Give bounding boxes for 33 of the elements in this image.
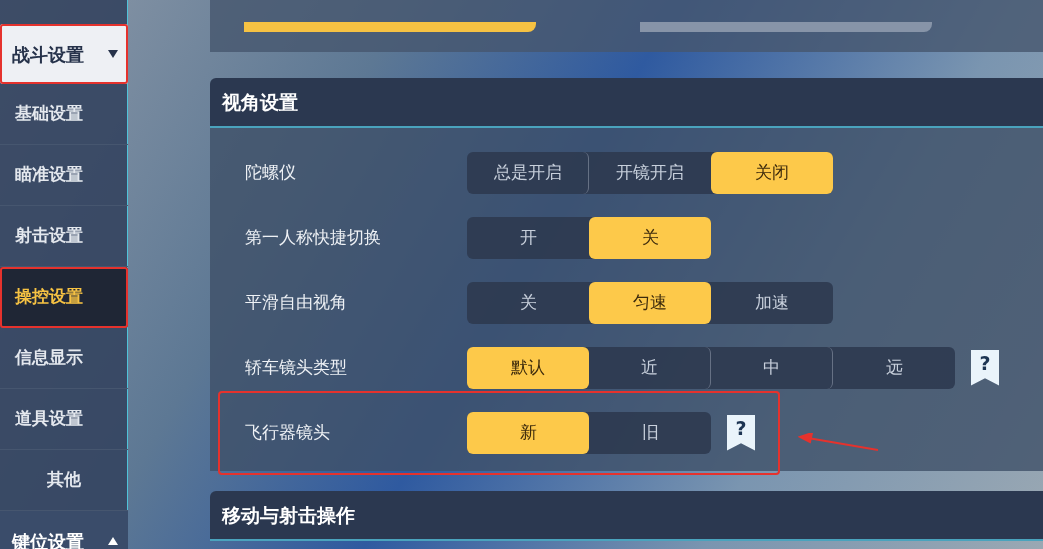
option-segment[interactable]: 关 (467, 281, 589, 324)
caret-icon (108, 537, 118, 545)
setting-label: 飞行器镜头 (245, 420, 331, 444)
option-segment[interactable]: 开 (467, 216, 589, 259)
option-segment[interactable]: 总是开启 (467, 151, 589, 194)
section-title: 移动与射击操作 (222, 502, 355, 528)
cut-off-bar[interactable] (244, 22, 536, 32)
section-title: 视角设置 (222, 89, 298, 115)
option-segment[interactable]: 新 (467, 411, 589, 454)
option-segment[interactable]: 开镜开启 (589, 151, 711, 194)
sidebar-item[interactable]: 基础设置 (0, 84, 128, 145)
option-segment[interactable]: 旧 (589, 411, 711, 454)
sidebar-item[interactable]: 操控设置 (0, 267, 128, 328)
caret-icon (108, 50, 118, 58)
setting-label: 平滑自由视角 (245, 290, 348, 314)
option-segment[interactable]: 默认 (467, 346, 589, 389)
option-segment[interactable]: 远 (833, 346, 955, 389)
sidebar-group-header[interactable]: 战斗设置 (0, 24, 128, 84)
option-segment[interactable]: 匀速 (589, 281, 711, 324)
option-segment[interactable]: 近 (589, 346, 711, 389)
option-segment[interactable]: 加速 (711, 281, 833, 324)
help-button[interactable]: ? (971, 349, 999, 386)
setting-label: 第一人称快捷切换 (245, 225, 382, 249)
help-button[interactable]: ? (727, 414, 755, 451)
sidebar-item[interactable]: 道具设置 (0, 389, 128, 450)
sidebar-item[interactable]: 信息显示 (0, 328, 128, 389)
setting-label: 陀螺仪 (245, 160, 297, 184)
option-segment[interactable]: 中 (711, 346, 833, 389)
setting-label: 轿车镜头类型 (245, 355, 348, 379)
sidebar-item[interactable]: 瞄准设置 (0, 145, 128, 206)
cut-off-bar[interactable] (640, 22, 932, 32)
option-segment[interactable]: 关闭 (711, 151, 833, 194)
option-segment[interactable]: 关 (589, 216, 711, 259)
